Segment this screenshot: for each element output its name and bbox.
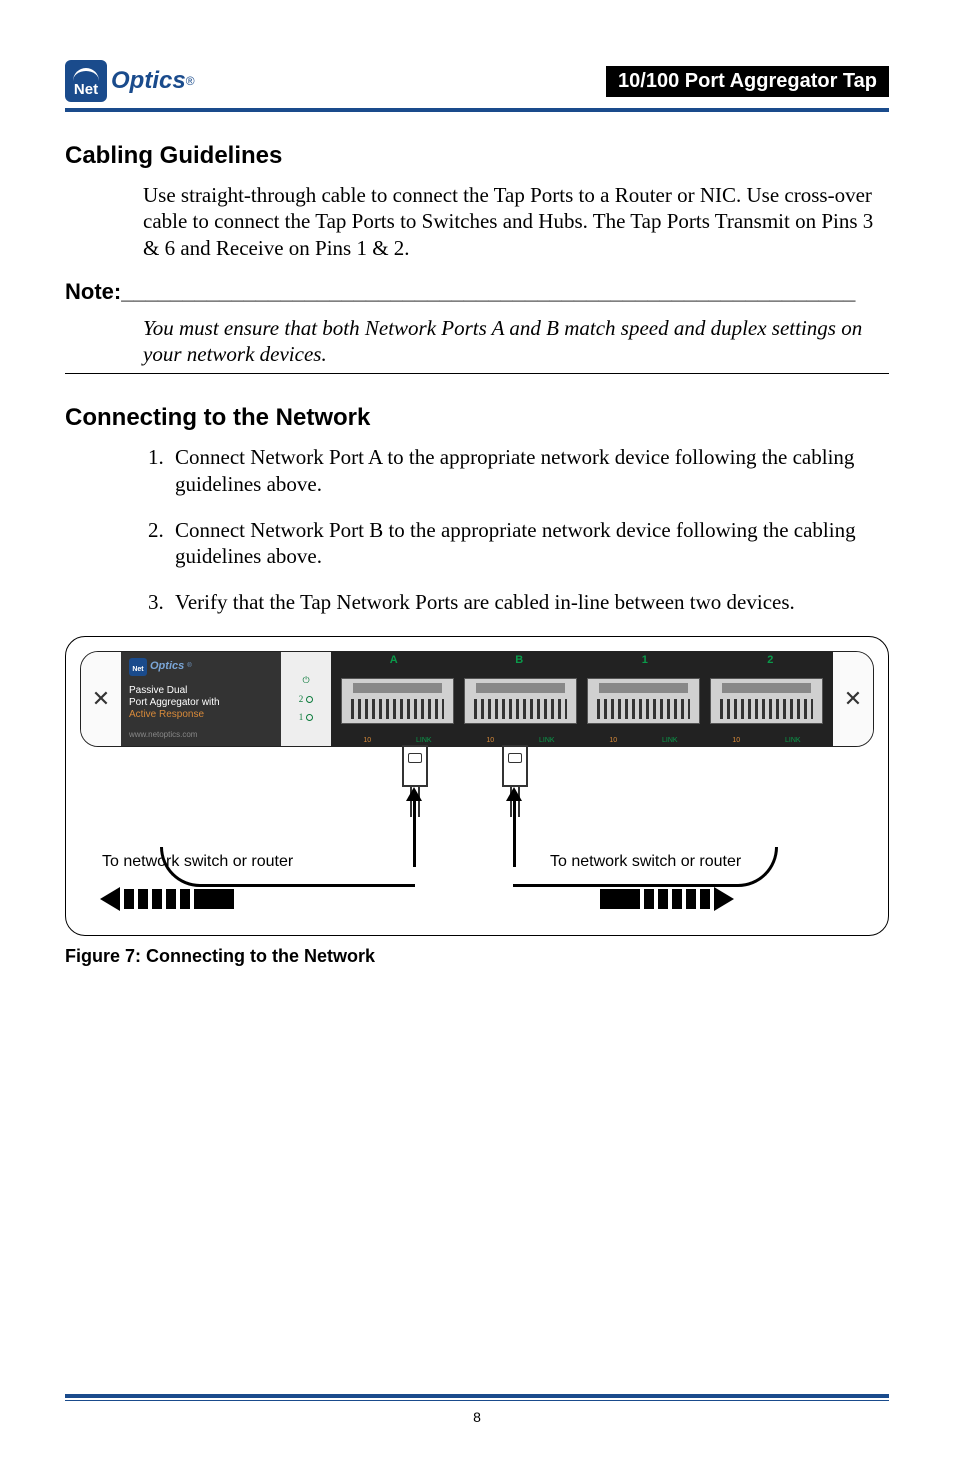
cable-diagram: To network switch or router To network s…: [80, 747, 874, 917]
note-divider: [65, 373, 889, 374]
screw-right-icon: ✕: [833, 652, 873, 746]
led-2-icon: [306, 696, 313, 703]
figure-title: Connecting to the Network: [141, 946, 375, 966]
port-b-icon: [464, 678, 577, 724]
port-label-1: 1: [582, 654, 708, 666]
device-logo-optics: Optics: [150, 660, 184, 673]
flow-arrow-left-icon: [100, 887, 234, 911]
device-ports-panel: A B 1 2 10LINK 10LINK 10LINK 10LINK: [331, 652, 833, 746]
label-left: To network switch or router: [102, 853, 293, 871]
port-2-icon: [710, 678, 823, 724]
step-2: Connect Network Port B to the appropriat…: [169, 517, 889, 570]
port-a-icon: [341, 678, 454, 724]
figure-caption: Figure 7: Connecting to the Network: [65, 946, 889, 967]
flow-arrow-right-icon: [600, 887, 734, 911]
step-3: Verify that the Tap Network Ports are ca…: [169, 589, 889, 615]
tap-device: ✕ Net Optics® Passive Dual Port Aggregat…: [80, 651, 874, 747]
logo: Net Optics ®: [65, 60, 195, 102]
port-1-icon: [587, 678, 700, 724]
device-leds: ⏻ 2 1: [281, 652, 331, 746]
device-logo-mark: Net: [129, 658, 147, 676]
device-model-text: Passive Dual Port Aggregator with Active…: [129, 685, 273, 721]
device-label-panel: Net Optics® Passive Dual Port Aggregator…: [121, 652, 281, 746]
footer-rule-thick: [65, 1394, 889, 1398]
device-url: www.netoptics.com: [129, 730, 273, 740]
power-icon: ⏻: [302, 675, 309, 686]
logo-optics-text: Optics: [111, 67, 186, 95]
led-1-icon: [306, 714, 313, 721]
logo-net-text: Net: [65, 81, 107, 98]
page-header: Net Optics ® 10/100 Port Aggregator Tap: [65, 60, 889, 102]
section-title-cabling: Cabling Guidelines: [65, 142, 889, 170]
section-title-connecting: Connecting to the Network: [65, 404, 889, 432]
port-label-b: B: [457, 654, 583, 666]
label-right: To network switch or router: [550, 853, 741, 871]
logo-registered: ®: [186, 74, 195, 88]
steps-list: Connect Network Port A to the appropriat…: [143, 444, 889, 615]
port-labels: A B 1 2: [331, 652, 833, 666]
page-number: 8: [65, 1409, 889, 1425]
note-body: You must ensure that both Network Ports …: [143, 315, 889, 368]
screw-left-icon: ✕: [81, 652, 121, 746]
product-badge: 10/100 Port Aggregator Tap: [606, 66, 889, 97]
figure-number: Figure 7:: [65, 946, 141, 966]
port-label-2: 2: [708, 654, 834, 666]
port-label-a: A: [331, 654, 457, 666]
note-label-row: Note:___________________________________…: [65, 279, 889, 305]
note-underline: ________________________________________…: [121, 279, 855, 305]
step-1: Connect Network Port A to the appropriat…: [169, 444, 889, 497]
figure-7: ✕ Net Optics® Passive Dual Port Aggregat…: [65, 636, 889, 936]
note-label: Note:: [65, 279, 121, 304]
logo-mark: Net: [65, 60, 107, 102]
footer-rule-thin: [65, 1400, 889, 1401]
cabling-body: Use straight-through cable to connect th…: [143, 182, 889, 261]
header-divider: [65, 108, 889, 112]
device-logo: Net Optics®: [129, 658, 273, 676]
page-footer: 8: [65, 1394, 889, 1425]
